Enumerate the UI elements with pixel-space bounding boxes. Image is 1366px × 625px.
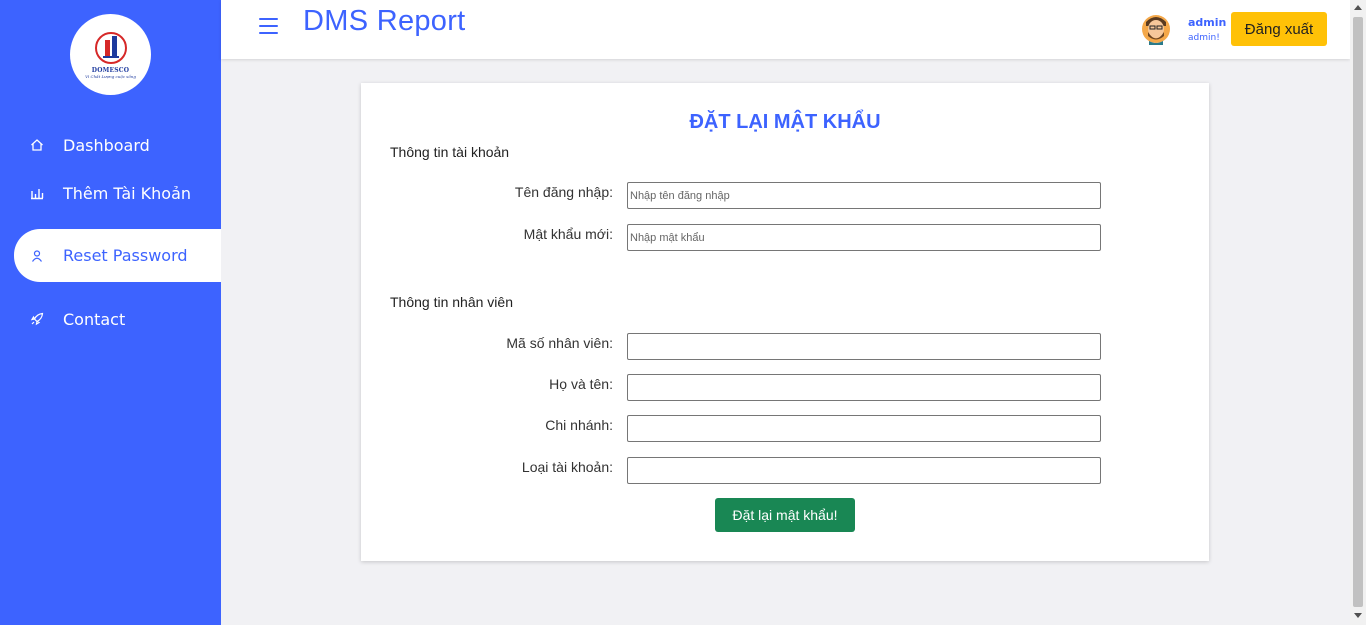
company-logo[interactable]: DOMESCO Vì Chất Lượng cuộc sống: [70, 14, 151, 95]
logout-button[interactable]: Đăng xuất: [1231, 12, 1327, 46]
sidebar-item-label: Contact: [63, 309, 126, 329]
new-password-field[interactable]: [627, 224, 1101, 251]
employee-id-field[interactable]: [627, 333, 1101, 360]
page-title: DMS Report: [303, 5, 466, 37]
domesco-logo-icon: [94, 32, 127, 64]
new-password-label: Mật khẩu mới:: [523, 226, 613, 242]
account-section-heading: Thông tin tài khoản: [390, 144, 510, 160]
username-label: Tên đăng nhập:: [514, 184, 613, 200]
bar-chart-icon: [29, 185, 45, 201]
fullname-label: Họ và tên:: [549, 376, 613, 392]
account-type-field[interactable]: [627, 457, 1101, 484]
sidebar-item-label: Reset Password: [63, 246, 188, 265]
employee-id-label: Mã số nhân viên:: [506, 335, 613, 351]
branch-field[interactable]: [627, 415, 1101, 442]
home-icon: [29, 137, 45, 153]
sidebar: DOMESCO Vì Chất Lượng cuộc sống Dashboar…: [0, 0, 221, 625]
sidebar-item-add-account[interactable]: Thêm Tài Khoản: [14, 168, 221, 218]
logo-slogan-text: Vì Chất Lượng cuộc sống: [85, 74, 136, 79]
reset-password-card: ĐẶT LẠI MẬT KHẨU Thông tin tài khoản Tên…: [361, 83, 1209, 561]
sidebar-item-dashboard[interactable]: Dashboard: [14, 120, 221, 170]
user-role: admin!: [1188, 33, 1220, 43]
page-scrollbar[interactable]: [1350, 0, 1366, 625]
username-field[interactable]: [627, 182, 1101, 209]
logo-brand-text: DOMESCO: [91, 67, 130, 74]
avatar[interactable]: [1141, 12, 1171, 45]
form-title: ĐẶT LẠI MẬT KHẨU: [689, 111, 881, 133]
sidebar-item-label: Dashboard: [63, 135, 150, 155]
user-icon: [29, 248, 45, 264]
branch-label: Chi nhánh:: [545, 417, 613, 433]
menu-toggle-icon[interactable]: [259, 18, 278, 34]
account-type-label: Loại tài khoản:: [521, 459, 613, 475]
scroll-thumb[interactable]: [1353, 17, 1363, 607]
scroll-up-arrow-icon[interactable]: [1354, 5, 1362, 10]
employee-section-heading: Thông tin nhân viên: [390, 294, 513, 310]
sidebar-item-label: Thêm Tài Khoản: [63, 183, 192, 203]
scroll-down-arrow-icon[interactable]: [1354, 613, 1362, 618]
reset-password-submit-button[interactable]: Đặt lại mật khẩu!: [715, 498, 855, 532]
sidebar-item-contact[interactable]: Contact: [14, 294, 221, 344]
user-name: admin: [1188, 16, 1227, 29]
rocket-icon: [29, 311, 45, 327]
sidebar-item-reset-password[interactable]: Reset Password: [14, 229, 221, 282]
top-header: DMS Report admin admin! Đăng xuất: [221, 0, 1350, 59]
fullname-field[interactable]: [627, 374, 1101, 401]
